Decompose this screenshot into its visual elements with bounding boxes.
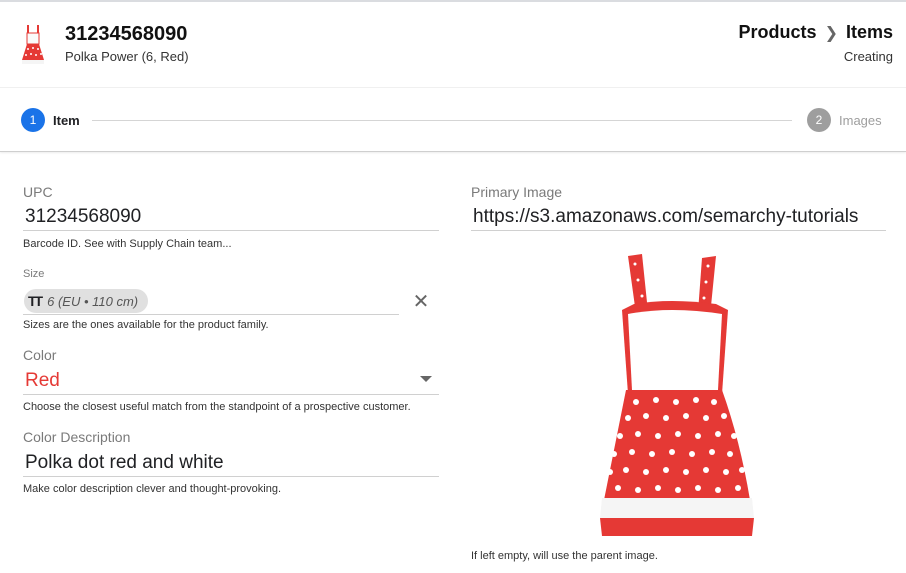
dress-image [600,254,754,536]
record-subtitle: Polka Power (6, Red) [65,49,189,64]
dropdown-arrow-icon[interactable] [420,376,432,382]
primary-image-hint: If left empty, will use the parent image… [471,550,658,562]
chevron-right-icon: ❯ [824,24,838,42]
primary-image-underline [471,230,886,231]
color-underline [23,394,439,395]
status-text: Creating [843,49,893,64]
color-description-hint: Make color description clever and though… [23,483,282,495]
breadcrumb-items[interactable]: Items [846,22,893,43]
product-thumbnail [22,25,44,64]
step-1-badge[interactable]: 1 [21,108,45,132]
page-header: 31234568090 Polka Power (6, Red) Product… [0,2,906,88]
clear-size-button[interactable]: ✕ [411,291,431,313]
record-title: 31234568090 [65,23,188,45]
size-label: Size [23,268,45,280]
stepper: 1 Item 2 Images [0,88,906,152]
upc-underline [23,230,439,231]
step-2-badge[interactable]: 2 [807,108,831,132]
size-underline [23,314,399,315]
color-description-underline [23,476,439,477]
color-label: Color [23,347,57,363]
stepper-connector [92,120,792,121]
size-chip-text: 6 (EU • 110 cm) [47,293,139,309]
color-select[interactable]: Red [25,370,405,392]
breadcrumb: Products ❯ Items [739,22,893,43]
primary-image-label: Primary Image [471,184,563,200]
step-item-label[interactable]: Item [53,113,80,128]
color-hint: Choose the closest useful match from the… [23,401,411,413]
upc-label: UPC [23,184,53,200]
color-description-label: Color Description [23,429,131,445]
step-images-label[interactable]: Images [839,113,882,128]
primary-image-input[interactable]: https://s3.amazonaws.com/semarchy-tutori… [473,206,886,228]
upc-input[interactable]: 31234568090 [25,206,435,228]
breadcrumb-products[interactable]: Products [739,22,817,43]
text-size-icon: TT [28,293,43,309]
size-hint: Sizes are the ones available for the pro… [23,319,269,331]
color-description-input[interactable]: Polka dot red and white [25,452,435,474]
upc-hint: Barcode ID. See with Supply Chain team..… [23,238,232,250]
size-chip[interactable]: TT 6 (EU • 110 cm) [24,289,149,313]
